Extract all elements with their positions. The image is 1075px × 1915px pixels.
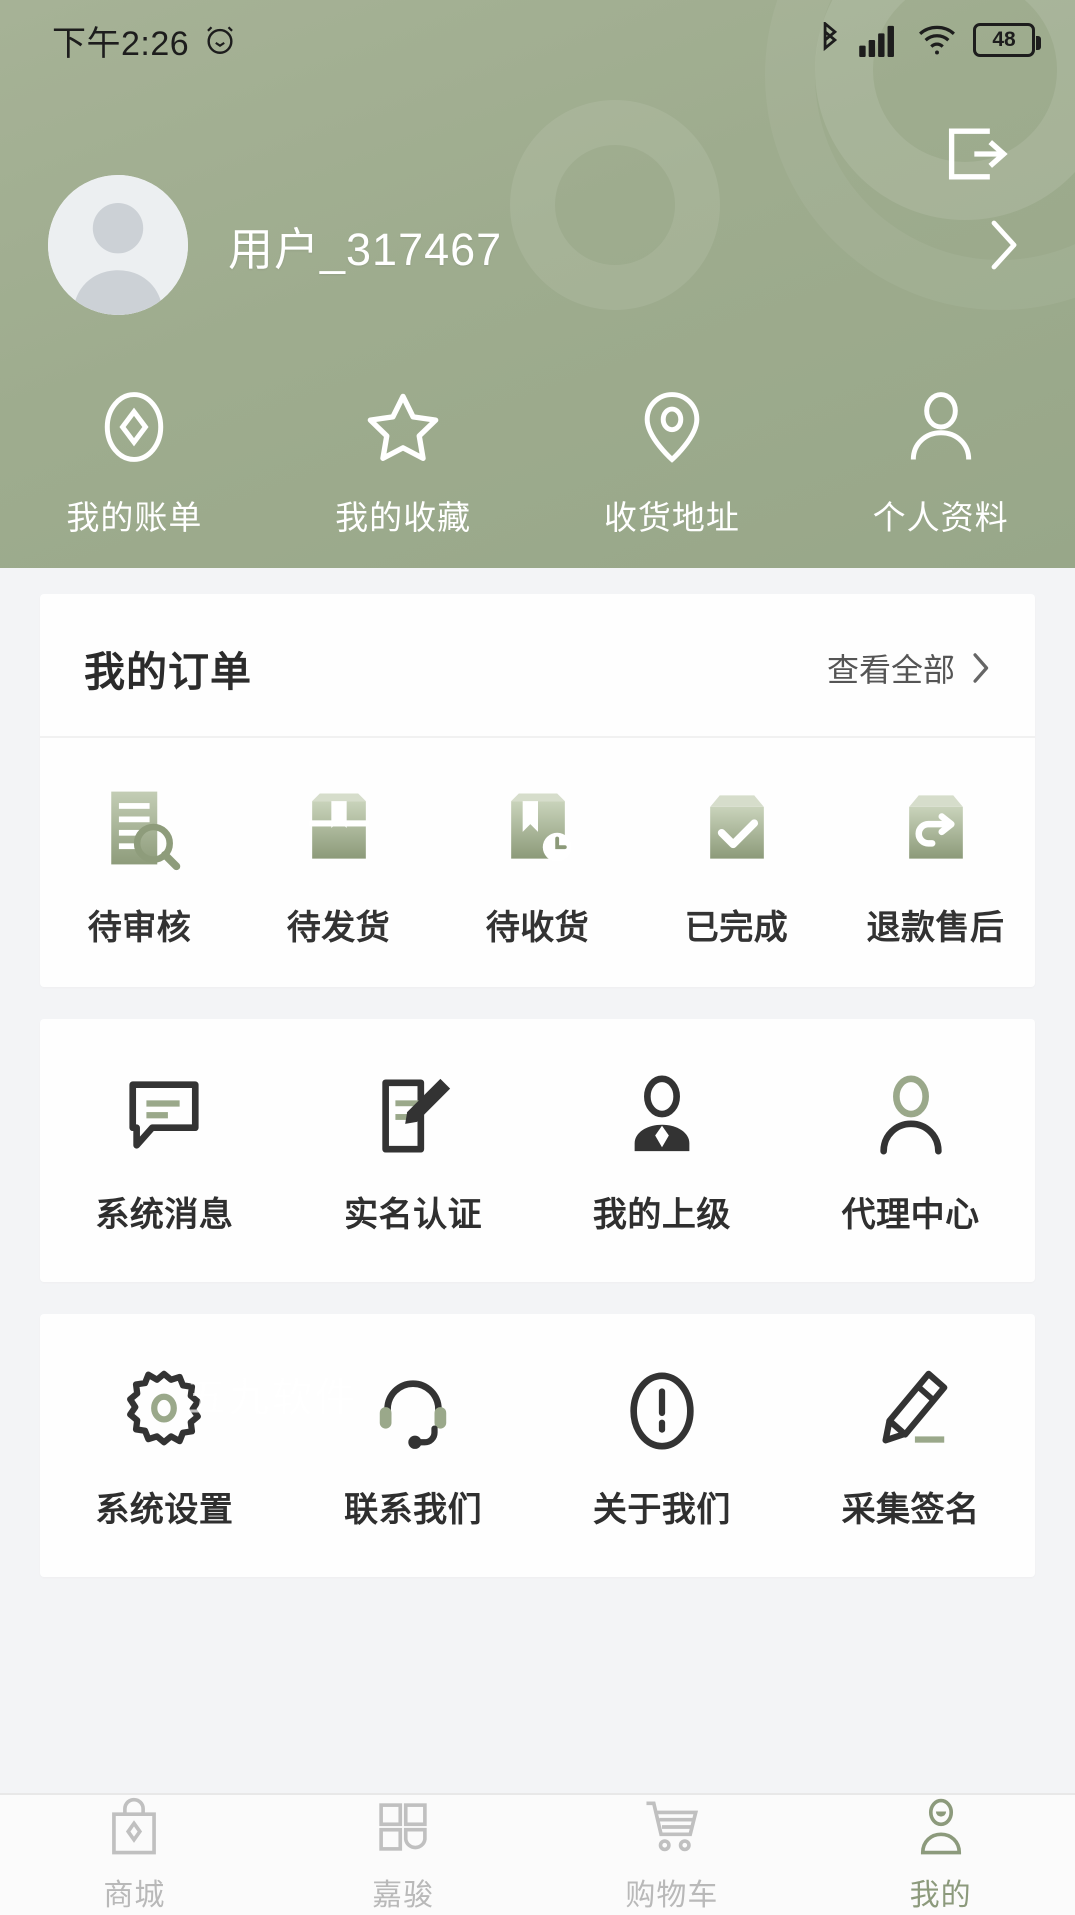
- order-status-completed[interactable]: 已完成: [637, 782, 836, 949]
- service-real-name-verification[interactable]: 实名认证: [289, 1073, 538, 1236]
- battery-level: 48: [992, 28, 1015, 52]
- wifi-icon: [917, 24, 957, 56]
- service-agent-center[interactable]: 代理中心: [786, 1073, 1035, 1236]
- chat-bubble-icon: [121, 1073, 207, 1159]
- profile-header: 下午2:26: [0, 0, 1075, 568]
- tab-label: 我的: [910, 1870, 972, 1914]
- tab-label: 商城: [103, 1870, 165, 1914]
- headset-icon: [370, 1368, 456, 1454]
- bluetooth-icon: [817, 22, 843, 58]
- username: 用户_317467: [228, 213, 502, 278]
- shopping-bag-icon: [103, 1796, 165, 1858]
- order-status-pending-review[interactable]: 待审核: [40, 782, 239, 949]
- status-bar-right: 48: [817, 22, 1035, 58]
- status-time: 下午2:26: [52, 16, 189, 65]
- service-label: 我的上级: [593, 1187, 731, 1236]
- document-pen-icon: [370, 1073, 456, 1159]
- bottom-tab-bar: 商城 嘉骏 购物车: [0, 1793, 1075, 1915]
- service-label: 系统消息: [95, 1187, 233, 1236]
- setting-label: 采集签名: [842, 1482, 980, 1531]
- services-card: 系统消息 实名认证 我的上级: [40, 1019, 1035, 1282]
- quick-action-my-bill[interactable]: 我的账单: [0, 385, 269, 539]
- grid-icon: [372, 1796, 434, 1858]
- status-bar: 下午2:26: [0, 0, 1075, 80]
- box-clock-icon: [492, 782, 584, 874]
- view-all-orders-button[interactable]: 查看全部: [827, 645, 991, 691]
- my-orders-header: 我的订单 查看全部: [40, 594, 1035, 738]
- status-bar-left: 下午2:26: [52, 16, 237, 65]
- order-status-grid: 待审核 待发货: [40, 738, 1035, 949]
- shopping-cart-icon: [641, 1796, 703, 1858]
- order-status-label: 待收货: [486, 900, 590, 949]
- setting-label: 系统设置: [95, 1482, 233, 1531]
- person-icon: [899, 385, 983, 469]
- alarm-clock-icon: [203, 23, 237, 57]
- settings-card: 系统设置 联系我们 关于我们: [40, 1314, 1035, 1577]
- quick-action-my-favorites[interactable]: 我的收藏: [269, 385, 538, 539]
- tab-profile[interactable]: 我的: [806, 1796, 1075, 1914]
- location-pin-icon: [630, 385, 714, 469]
- order-status-label: 待发货: [287, 900, 391, 949]
- star-icon: [361, 385, 445, 469]
- info-exclamation-icon: [619, 1368, 705, 1454]
- quick-action-personal-info[interactable]: 个人资料: [806, 385, 1075, 539]
- setting-label: 关于我们: [593, 1482, 731, 1531]
- quick-action-label: 收货地址: [604, 491, 740, 539]
- document-search-icon: [94, 782, 186, 874]
- order-status-pending-shipment[interactable]: 待发货: [239, 782, 438, 949]
- quick-action-label: 我的账单: [66, 491, 202, 539]
- tab-cart[interactable]: 购物车: [538, 1796, 807, 1914]
- tab-mall[interactable]: 商城: [0, 1796, 269, 1914]
- setting-capture-signature[interactable]: 采集签名: [786, 1368, 1035, 1531]
- page-title: 我的订单: [84, 638, 252, 698]
- bill-diamond-icon: [92, 385, 176, 469]
- tab-label: 嘉骏: [372, 1870, 434, 1914]
- avatar-placeholder-icon: [48, 175, 188, 315]
- app-screen: 下午2:26: [0, 0, 1075, 1915]
- order-status-refund-aftersales[interactable]: 退款售后: [836, 782, 1035, 949]
- service-label: 代理中心: [842, 1187, 980, 1236]
- view-all-label: 查看全部: [827, 645, 955, 691]
- logout-icon: [944, 123, 1010, 185]
- logout-button[interactable]: [941, 118, 1013, 190]
- quick-actions: 我的账单 我的收藏 收货地址: [0, 385, 1075, 539]
- watermark: 五九软件: [186, 1365, 358, 1423]
- service-my-superior[interactable]: 我的上级: [538, 1073, 787, 1236]
- profile-row[interactable]: 用户_317467: [0, 182, 1075, 308]
- chevron-right-icon: [969, 650, 991, 686]
- tab-jiajun[interactable]: 嘉骏: [269, 1796, 538, 1914]
- avatar[interactable]: [48, 175, 188, 315]
- order-status-label: 退款售后: [867, 900, 1005, 949]
- cellular-signal-icon: [859, 23, 901, 57]
- setting-label: 联系我们: [344, 1482, 482, 1531]
- box-return-icon: [890, 782, 982, 874]
- box-check-icon: [691, 782, 783, 874]
- agent-person-icon: [868, 1073, 954, 1159]
- service-label: 实名认证: [344, 1187, 482, 1236]
- pencil-signature-icon: [868, 1368, 954, 1454]
- setting-about-us[interactable]: 关于我们: [538, 1368, 787, 1531]
- my-orders-card: 我的订单 查看全部: [40, 594, 1035, 987]
- quick-action-label: 我的收藏: [335, 491, 471, 539]
- order-status-pending-receipt[interactable]: 待收货: [438, 782, 637, 949]
- tab-label: 购物车: [625, 1870, 718, 1914]
- profile-person-icon: [910, 1796, 972, 1858]
- chevron-right-icon[interactable]: [981, 215, 1027, 275]
- box-ribbon-icon: [293, 782, 385, 874]
- battery-indicator: 48: [973, 23, 1035, 57]
- order-status-label: 待审核: [88, 900, 192, 949]
- service-system-messages[interactable]: 系统消息: [40, 1073, 289, 1236]
- person-tie-icon: [619, 1073, 705, 1159]
- quick-action-label: 个人资料: [873, 491, 1009, 539]
- order-status-label: 已完成: [685, 900, 789, 949]
- quick-action-shipping-address[interactable]: 收货地址: [538, 385, 807, 539]
